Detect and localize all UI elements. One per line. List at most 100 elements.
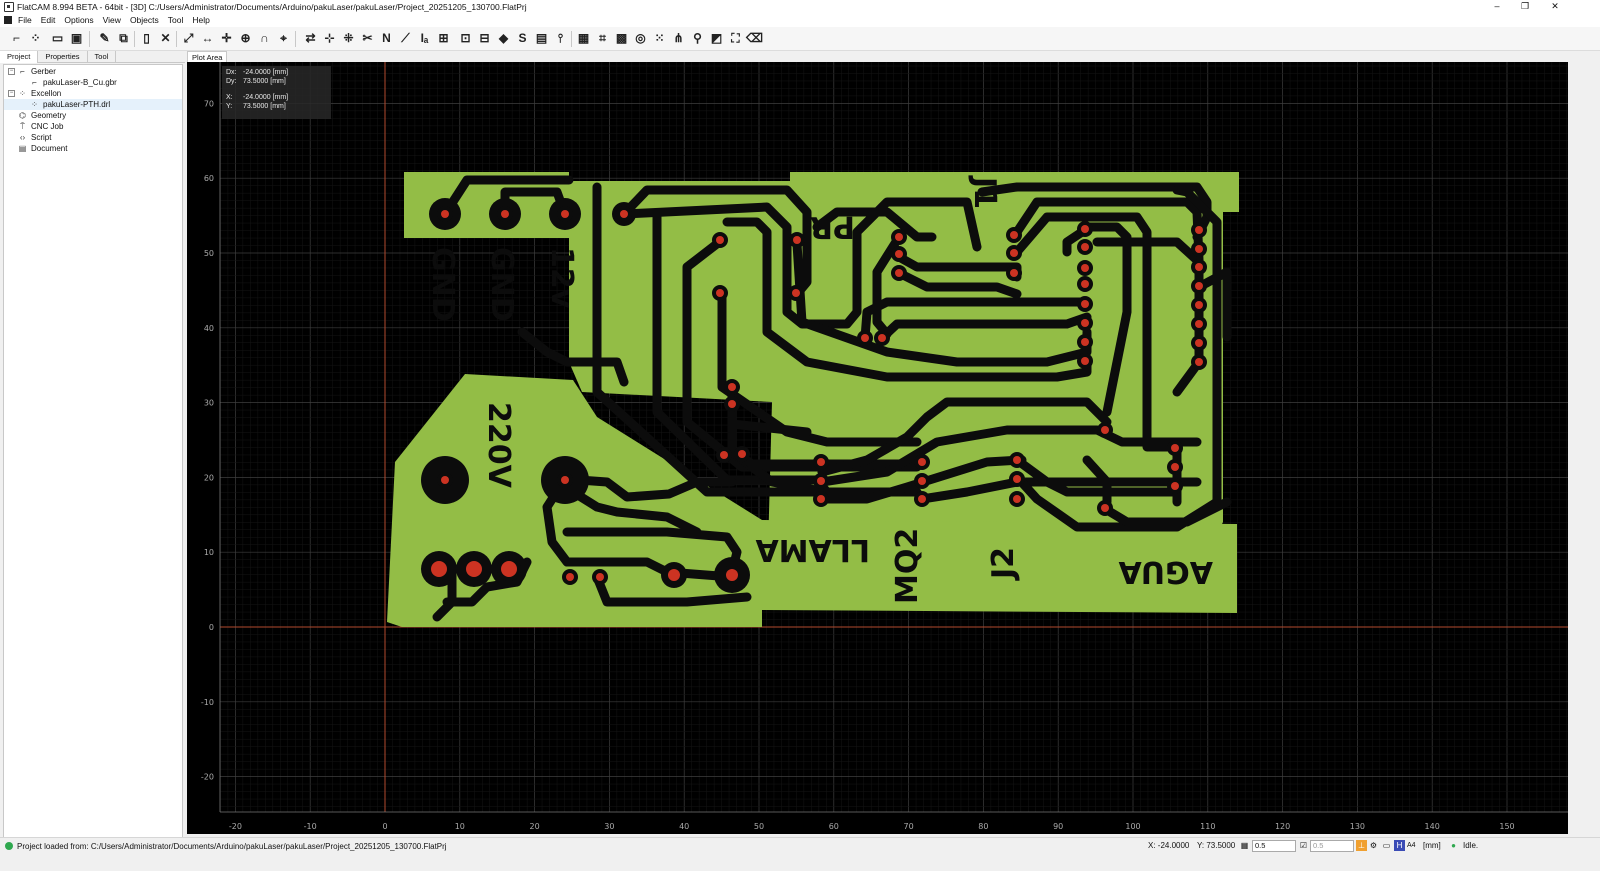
tree-item-cnc-job[interactable]: ⍑ CNC Job — [4, 121, 182, 132]
tab-project[interactable]: Project — [0, 51, 39, 63]
save-icon[interactable]: ▣ — [69, 31, 84, 46]
plot-canvas[interactable]: -20 -10 0 10 20 30 40 50 60 70 80 90 100 110 120 130 140… — [187, 62, 1568, 834]
corners-icon[interactable]: ⛶ — [728, 31, 743, 46]
axis-toggle-icon[interactable]: ⊥ — [1356, 840, 1367, 851]
copper-icon[interactable]: ⋔ — [671, 31, 686, 46]
locate-icon[interactable]: ⌖ — [276, 31, 291, 46]
copy-icon[interactable]: ⧉ — [116, 31, 131, 46]
grid-snap-icon[interactable]: ▦ — [1239, 840, 1250, 851]
drill-hole — [1013, 475, 1021, 483]
drill-hole — [1195, 226, 1203, 234]
minimize-button[interactable]: – — [1482, 0, 1512, 13]
new-gerber-icon[interactable]: ⌐ — [9, 31, 24, 46]
open-icon[interactable]: ▭ — [50, 31, 65, 46]
project-panel: Project Properties Tool − ⌐ Gerber ⌐ pak… — [0, 51, 185, 855]
grid-icon[interactable]: ⊞ — [436, 31, 451, 46]
edit-icon[interactable]: ✎ — [97, 31, 112, 46]
align-icon[interactable]: ⊹ — [322, 31, 337, 46]
tree-item-gerber-file[interactable]: ⌐ pakuLaser-B_Cu.gbr — [4, 77, 182, 88]
pcb-label-llama: LLAMA — [755, 532, 870, 567]
system-menu-icon[interactable] — [4, 16, 12, 24]
drill-hole — [1195, 320, 1203, 328]
invert-icon[interactable]: ◩ — [709, 31, 724, 46]
menu-help[interactable]: Help — [192, 15, 209, 25]
drill-hole — [817, 495, 825, 503]
menu-file[interactable]: File — [18, 15, 32, 25]
tab-properties[interactable]: Properties — [38, 51, 88, 63]
gerber-icon: ⌐ — [20, 67, 25, 76]
x-tick-label: 140 — [1425, 822, 1440, 831]
optimal-icon[interactable]: ◎ — [633, 31, 648, 46]
pad-icon[interactable]: ⊡ — [458, 31, 473, 46]
cutout-icon[interactable]: ✂ — [360, 31, 375, 46]
line-icon[interactable]: ⟋ — [398, 31, 413, 46]
drill-hole — [561, 476, 569, 484]
menu-tool[interactable]: Tool — [168, 15, 184, 25]
film-icon[interactable]: ▤ — [534, 31, 549, 46]
delete-icon[interactable]: ✕ — [158, 31, 173, 46]
ruler-icon[interactable]: ⫯ — [553, 31, 568, 46]
status-x-coord: X: -24.0000 — [1148, 841, 1190, 850]
crop-icon[interactable]: ⌗ — [595, 31, 610, 46]
dy-label: Dy: — [226, 77, 237, 85]
drill-hole — [501, 561, 517, 577]
snap-icon[interactable]: ∩ — [257, 31, 272, 46]
menu-edit[interactable]: Edit — [41, 15, 56, 25]
move-icon[interactable]: ⁜ — [341, 31, 356, 46]
menu-view[interactable]: View — [103, 15, 121, 25]
tree-item-geometry[interactable]: ⌬ Geometry — [4, 110, 182, 121]
hud-icon[interactable]: H — [1394, 840, 1405, 851]
menu-options[interactable]: Options — [64, 15, 93, 25]
collapse-icon[interactable]: − — [8, 90, 15, 97]
maximize-button[interactable]: ❐ — [1510, 0, 1540, 13]
close-window-button[interactable]: ✕ — [1540, 0, 1570, 13]
grid-x-field[interactable]: 0.5 — [1252, 840, 1296, 852]
flip-icon[interactable]: ⇄ — [303, 31, 318, 46]
solder-icon[interactable]: S — [515, 31, 530, 46]
dots-icon[interactable]: ⁙ — [652, 31, 667, 46]
drill-hole — [1013, 456, 1021, 464]
toolbar-separator — [295, 31, 296, 47]
grid-lock-checkbox[interactable]: ☑ — [1298, 840, 1309, 851]
n-icon[interactable]: N — [379, 31, 394, 46]
tree-item-script[interactable]: ‹› Script — [4, 132, 182, 143]
qr-icon[interactable]: ▩ — [614, 31, 629, 46]
calc-icon[interactable]: ▦ — [576, 31, 591, 46]
tree-item-gerber[interactable]: − ⌐ Gerber — [4, 66, 182, 77]
tab-tool[interactable]: Tool — [88, 51, 117, 63]
drill-hole — [878, 334, 886, 342]
drill-hole — [1101, 504, 1109, 512]
x-tick-label: 100 — [1125, 822, 1140, 831]
origin-icon[interactable]: ✛ — [219, 31, 234, 46]
erase-icon[interactable]: ⌫ — [746, 31, 763, 46]
new-doc-icon[interactable]: ▯ — [139, 31, 154, 46]
tab-plot-area[interactable]: Plot Area — [187, 51, 228, 62]
drill-hole — [561, 210, 569, 218]
tree-item-excellon-file[interactable]: ⁘ pakuLaser-PTH.drl — [4, 99, 182, 110]
menu-objects[interactable]: Objects — [130, 15, 159, 25]
settings-icon[interactable]: ⚙ — [1368, 840, 1379, 851]
drill-hole — [596, 573, 604, 581]
x-tick-label: 20 — [530, 822, 540, 831]
units-label[interactable]: [mm] — [1423, 840, 1441, 852]
script-icon: ‹› — [19, 133, 26, 142]
tree-item-document[interactable]: ▤ Document — [4, 143, 182, 154]
center-icon[interactable]: ⊕ — [238, 31, 253, 46]
x-tick-label: 90 — [1053, 822, 1063, 831]
paint-icon[interactable]: ◆ — [496, 31, 511, 46]
drill-hole — [817, 458, 825, 466]
fiducial-icon[interactable]: ⚲ — [690, 31, 705, 46]
x-tick-label: 70 — [904, 822, 914, 831]
distance-icon[interactable]: ↔ — [200, 31, 215, 46]
collapse-icon[interactable]: − — [8, 68, 15, 75]
excellon-icon: ⁘ — [19, 89, 26, 98]
font-icon[interactable]: Iₐ — [417, 31, 432, 46]
drill-hole — [1195, 245, 1203, 253]
workspace-icon[interactable]: ▭ — [1381, 840, 1392, 851]
new-excellon-icon[interactable]: ⁘ — [28, 31, 43, 46]
drill-hole — [441, 476, 449, 484]
grid-y-field[interactable]: 0.5 — [1310, 840, 1354, 852]
tree-item-excellon[interactable]: − ⁘ Excellon — [4, 88, 182, 99]
zoom-fit-icon[interactable]: ⤢ — [181, 31, 196, 46]
panel-icon[interactable]: ⊟ — [477, 31, 492, 46]
